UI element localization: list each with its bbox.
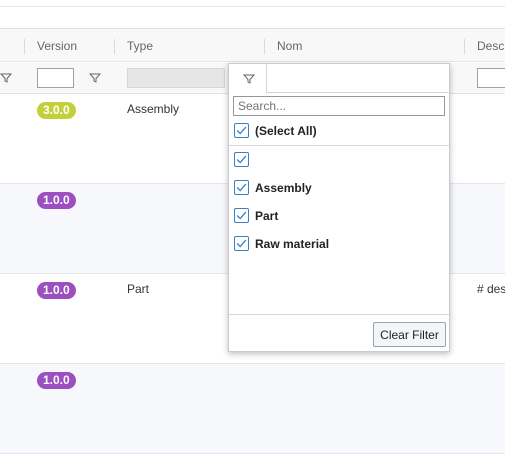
- filter-tab[interactable]: [229, 64, 267, 93]
- filter-icon: [243, 74, 255, 84]
- checkmark-icon: [236, 239, 247, 248]
- divider: [229, 314, 449, 315]
- divider: [229, 145, 449, 146]
- version-filter-input[interactable]: [37, 68, 74, 88]
- checkbox[interactable]: [234, 208, 249, 223]
- checkbox[interactable]: [234, 236, 249, 251]
- table-row[interactable]: 1.0.0: [0, 364, 505, 454]
- type-cell: Assembly: [127, 102, 180, 116]
- top-bar: [0, 0, 505, 7]
- filter-icon[interactable]: [0, 72, 12, 84]
- filter-popup: (Select All) Assembly Part Raw material …: [228, 63, 450, 352]
- column-separator[interactable]: [464, 39, 465, 54]
- tab-divider: [267, 92, 449, 93]
- column-separator[interactable]: [24, 39, 25, 54]
- option-label: Raw material: [255, 237, 330, 251]
- column-header-description[interactable]: Descr: [477, 39, 505, 53]
- type-cell: Part: [127, 282, 150, 296]
- column-header-version[interactable]: Version: [37, 39, 77, 53]
- search-input[interactable]: [233, 96, 445, 116]
- filter-option-assembly[interactable]: Assembly: [234, 180, 434, 196]
- filter-icon[interactable]: [89, 72, 101, 84]
- option-label: Part: [255, 209, 279, 223]
- description-cell: # des: [477, 282, 505, 296]
- checkmark-icon: [236, 211, 247, 220]
- checkmark-icon: [236, 126, 247, 135]
- filter-option-blank[interactable]: [234, 152, 434, 168]
- column-header-type[interactable]: Type: [127, 39, 153, 53]
- version-badge: 3.0.0: [37, 102, 76, 119]
- option-label: Assembly: [255, 181, 312, 195]
- filter-option-part[interactable]: Part: [234, 208, 434, 224]
- filter-option-raw-material[interactable]: Raw material: [234, 236, 434, 252]
- version-badge: 1.0.0: [37, 192, 76, 209]
- version-badge: 1.0.0: [37, 372, 76, 389]
- clear-filter-button[interactable]: Clear Filter: [373, 322, 446, 347]
- column-header-nom[interactable]: Nom: [277, 39, 302, 53]
- column-separator[interactable]: [114, 39, 115, 54]
- checkbox[interactable]: [234, 123, 249, 138]
- checkmark-icon: [236, 155, 247, 164]
- grid-header-row: Version Type Nom Descr: [0, 29, 505, 62]
- type-filter-input: [127, 68, 225, 88]
- checkmark-icon: [236, 183, 247, 192]
- select-all-option[interactable]: (Select All): [234, 123, 434, 139]
- description-filter-input[interactable]: [477, 68, 505, 88]
- checkbox[interactable]: [234, 152, 249, 167]
- select-all-label: (Select All): [255, 124, 317, 138]
- checkbox[interactable]: [234, 180, 249, 195]
- version-badge: 1.0.0: [37, 282, 76, 299]
- column-separator[interactable]: [264, 39, 265, 54]
